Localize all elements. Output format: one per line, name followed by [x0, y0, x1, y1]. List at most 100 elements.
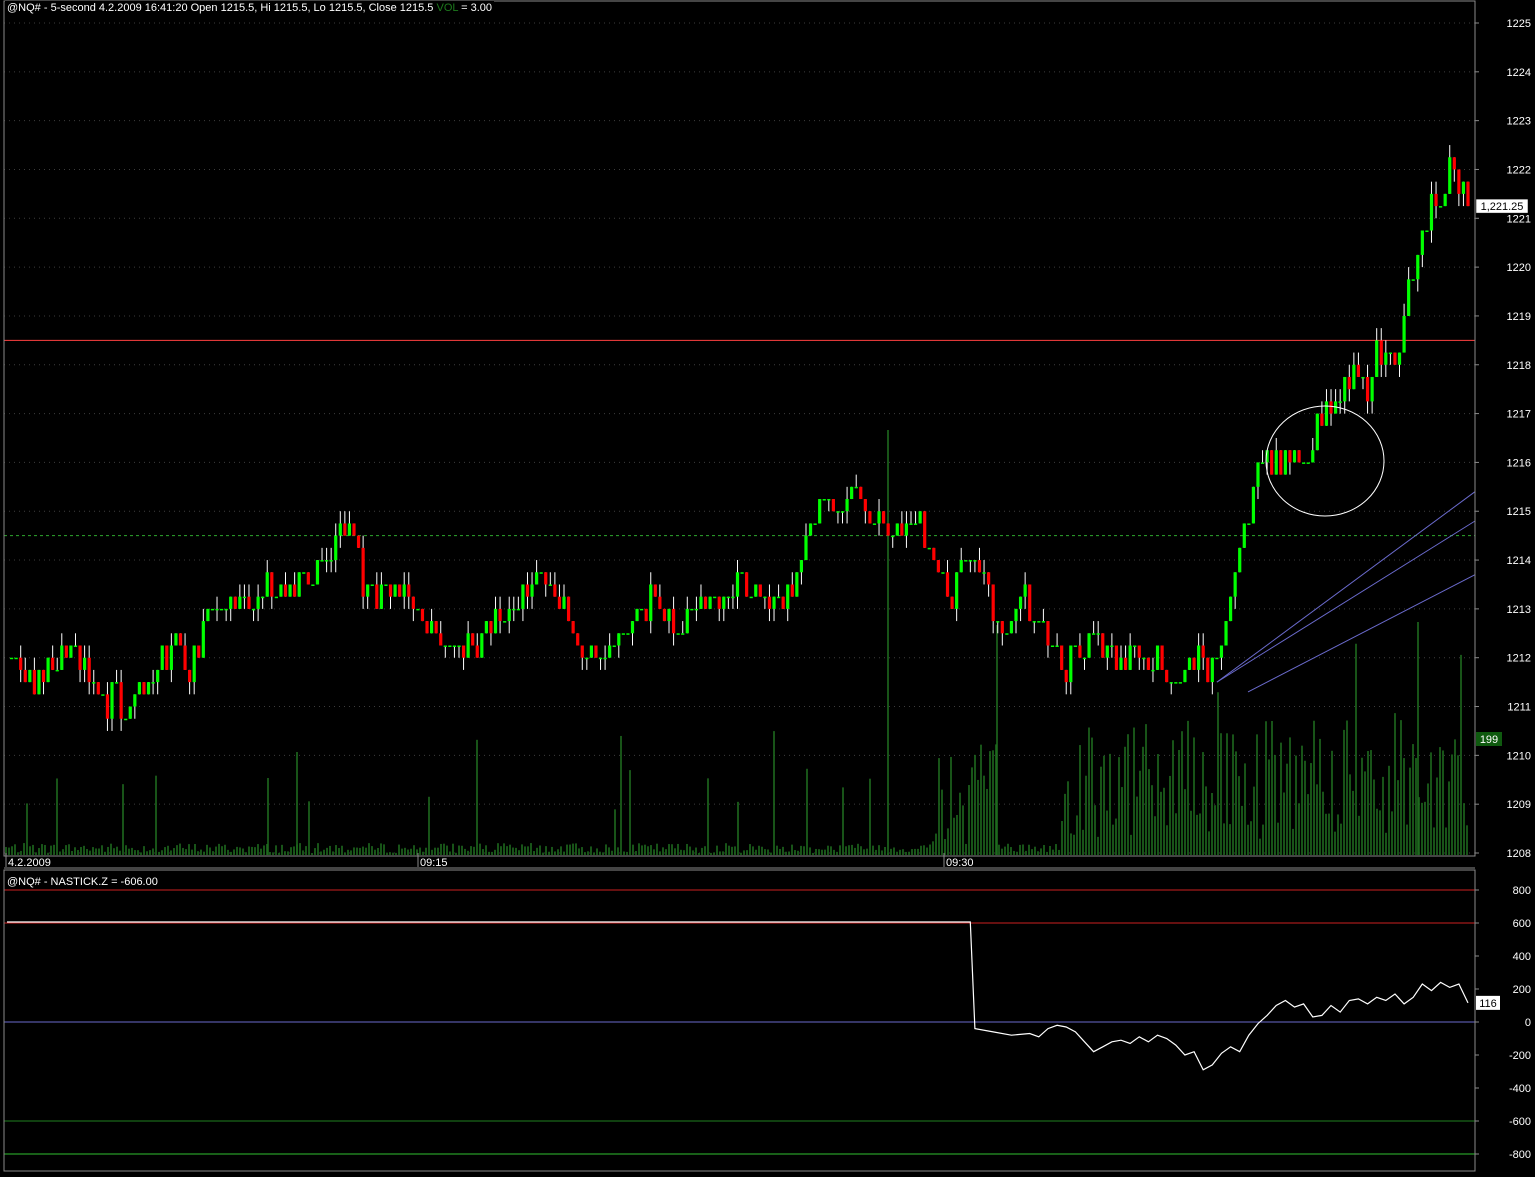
- candle-up: [452, 645, 457, 647]
- candle-up: [133, 694, 137, 707]
- indicator-panel: [4, 889, 1475, 1155]
- candle-down: [859, 486, 863, 500]
- candle-up: [370, 584, 374, 586]
- candle-up: [913, 523, 918, 525]
- candle-up: [735, 572, 740, 597]
- candle-down: [498, 608, 502, 622]
- candle-up: [1283, 450, 1287, 475]
- candle-up: [503, 621, 507, 623]
- candle-down: [1356, 364, 1361, 377]
- candle-up: [516, 608, 520, 611]
- candle-up: [726, 596, 730, 599]
- candle-up: [379, 584, 383, 609]
- candle-up: [311, 584, 315, 586]
- candle-down: [1060, 645, 1064, 670]
- candle-up: [1429, 193, 1434, 231]
- candle-up: [14, 657, 18, 660]
- candle-up: [1233, 572, 1237, 597]
- candle-up: [612, 645, 616, 647]
- candle-down: [439, 633, 443, 646]
- price-axis-label: 1216: [1507, 457, 1531, 469]
- price-axis-label: 1218: [1507, 360, 1531, 372]
- candle-down: [188, 669, 192, 683]
- candle-up: [1151, 669, 1155, 672]
- candle-up: [219, 608, 224, 611]
- candle-up: [996, 621, 1000, 623]
- candle-up: [224, 608, 228, 611]
- candle-down: [950, 596, 954, 609]
- candle-down: [1165, 669, 1169, 683]
- candle-up: [302, 572, 306, 574]
- candle-down: [557, 596, 562, 609]
- candle-up: [1210, 657, 1214, 683]
- candle-up: [1197, 645, 1201, 670]
- candle-down: [375, 584, 379, 609]
- candle-down: [936, 560, 940, 573]
- candle-down: [489, 621, 493, 634]
- candle-up: [210, 608, 215, 611]
- candle-up: [786, 584, 790, 609]
- candle-down: [868, 511, 872, 524]
- candle-up: [1306, 462, 1310, 464]
- candle-up: [1256, 462, 1260, 487]
- candle-up: [854, 486, 858, 489]
- candle-up: [1247, 523, 1251, 525]
- axis-labels: 1225 1224 1223 1222 1221 1220 1219 1218 1217 1216…: [5, 18, 1531, 1161]
- candle-up: [238, 596, 242, 609]
- candle-down: [1028, 584, 1032, 622]
- candle-up: [1324, 401, 1329, 426]
- candle-up: [1416, 254, 1420, 280]
- candle-up: [690, 608, 694, 611]
- candle-down: [119, 682, 123, 719]
- candle-up: [1128, 645, 1132, 670]
- candle-down: [41, 669, 46, 683]
- candle-up: [964, 560, 968, 562]
- candle-down: [1320, 413, 1324, 426]
- candle-up: [251, 608, 256, 611]
- candle-up: [521, 584, 525, 609]
- candle-up: [334, 535, 338, 561]
- candle-up: [1096, 633, 1100, 635]
- candle-up: [110, 682, 114, 719]
- last-price-label: 1,221.25: [1481, 201, 1524, 213]
- candle-up: [1292, 450, 1297, 463]
- candle-up: [836, 511, 840, 513]
- candle-up: [1087, 633, 1091, 658]
- candle-down: [1160, 645, 1164, 670]
- candle-up: [83, 657, 87, 670]
- candle-up: [895, 523, 899, 536]
- candle-up: [1041, 621, 1045, 623]
- candle-up: [699, 596, 703, 609]
- candle-up: [366, 584, 370, 597]
- candle-down: [1192, 657, 1196, 670]
- candle-down: [571, 621, 575, 634]
- price-axis-label: 1217: [1507, 409, 1531, 421]
- candle-up: [1009, 621, 1014, 634]
- candle-up: [927, 547, 931, 550]
- price-chart-header: @NQ# - 5-second 4.2.2009 16:41:20 Open 1…: [5, 1, 495, 15]
- candle-up: [1443, 193, 1447, 207]
- candle-up: [1155, 645, 1160, 670]
- price-axis-label: 1220: [1507, 262, 1531, 274]
- candle-up: [740, 572, 744, 574]
- candle-up: [640, 608, 644, 611]
- price-axis-label: 1212: [1507, 653, 1531, 665]
- candle-up: [493, 608, 498, 634]
- candle-down: [1288, 450, 1292, 463]
- candle-up: [1411, 279, 1415, 281]
- candle-up: [37, 669, 41, 695]
- candle-up: [261, 596, 265, 599]
- candle-up: [60, 645, 64, 670]
- price-axis-label: 1208: [1507, 848, 1531, 860]
- candle-down: [945, 572, 950, 597]
- candle-up: [1032, 621, 1036, 623]
- candle-down: [434, 621, 438, 634]
- indicator-axis-label: 800: [1513, 885, 1531, 897]
- candle-up: [589, 645, 593, 658]
- price-axis-label: 1224: [1507, 67, 1531, 79]
- indicator-axis-label: 200: [1513, 984, 1531, 996]
- candle-up: [530, 584, 534, 597]
- candle-up: [1219, 645, 1224, 658]
- candle-up: [28, 669, 32, 683]
- candle-up: [1224, 621, 1228, 646]
